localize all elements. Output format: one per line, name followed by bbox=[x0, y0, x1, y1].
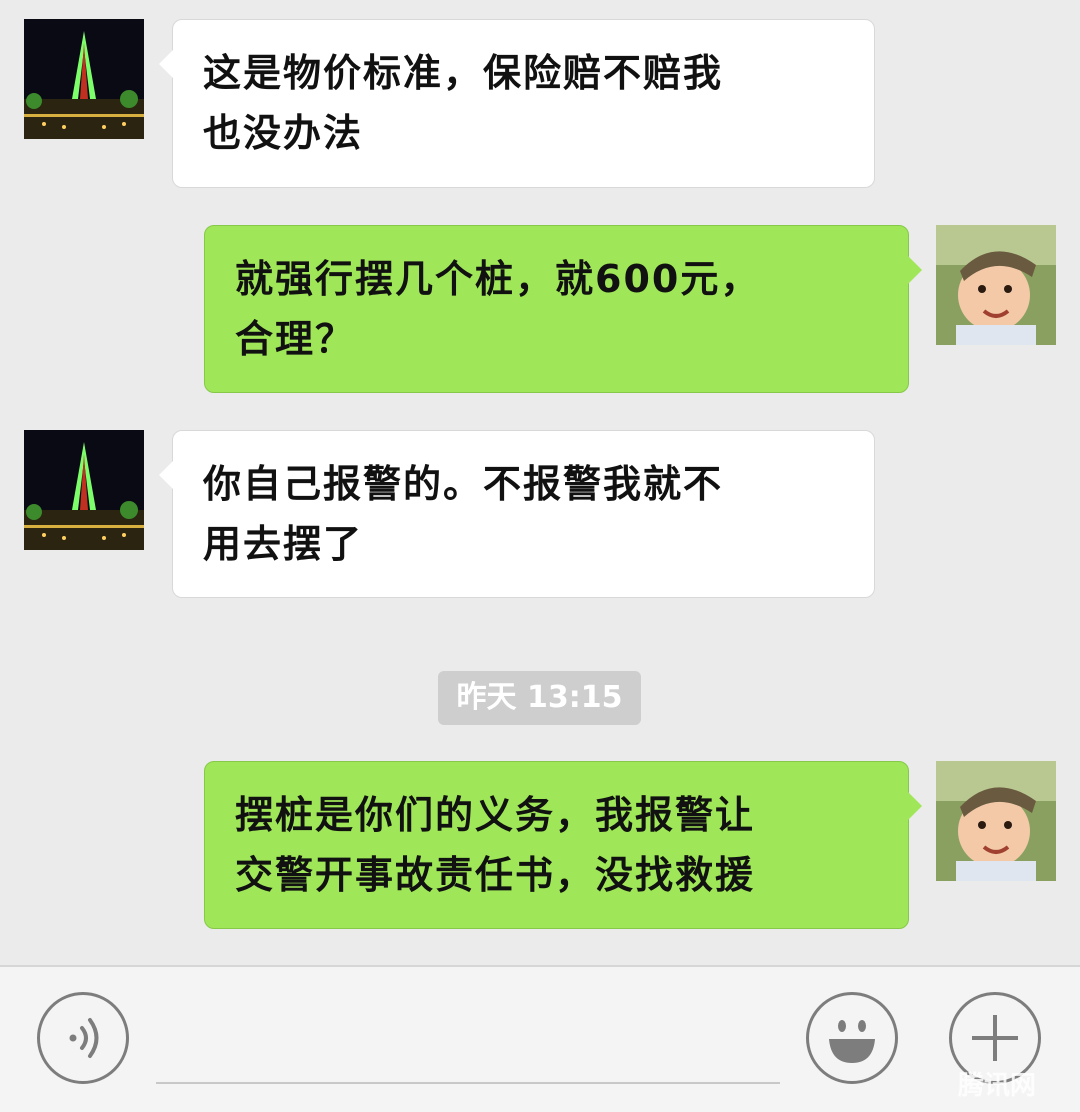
message-bubble-outgoing[interactable]: 摆桩是你们的义务，我报警让 交警开事故责任书，没找救援 bbox=[204, 761, 922, 929]
contact-avatar[interactable] bbox=[24, 19, 144, 139]
message-bubble-incoming[interactable]: 这是物价标准，保险赔不赔我 也没办法 bbox=[159, 19, 875, 188]
baby-photo-image bbox=[936, 225, 1056, 345]
message-text-line: 也没办法 bbox=[203, 111, 364, 155]
message-text-line: 交警开事故责任书，没找救援 bbox=[235, 853, 756, 897]
message-bubble-incoming[interactable]: 你自己报警的。不报警我就不 用去摆了 bbox=[159, 430, 875, 598]
watermark-text: 腾讯网 bbox=[958, 1071, 1037, 1101]
bubble-tail bbox=[159, 461, 173, 489]
voice-icon bbox=[69, 1018, 99, 1058]
voice-button[interactable] bbox=[37, 992, 129, 1084]
input-bar bbox=[0, 965, 1080, 1112]
timestamp-badge: 昨天 13:15 bbox=[438, 671, 641, 725]
emoji-button[interactable] bbox=[806, 992, 898, 1084]
contact-avatar[interactable] bbox=[24, 430, 144, 550]
smiley-icon bbox=[829, 1020, 875, 1063]
tower-night-image bbox=[24, 430, 144, 550]
bubble-tail bbox=[908, 792, 922, 820]
my-avatar[interactable] bbox=[936, 761, 1056, 881]
tower-night-image bbox=[24, 19, 144, 139]
message-input[interactable] bbox=[156, 1082, 780, 1084]
message-text-line: 摆桩是你们的义务，我报警让 bbox=[235, 793, 756, 837]
message-text-line: 这是物价标准，保险赔不赔我 bbox=[203, 51, 724, 95]
message-bubble-outgoing[interactable]: 就强行摆几个桩，就600元， 合理？ bbox=[204, 225, 922, 393]
bubble-tail bbox=[159, 50, 173, 78]
message-text-line: 合理？ bbox=[235, 317, 356, 361]
bubble-tail bbox=[908, 256, 922, 284]
my-avatar[interactable] bbox=[936, 225, 1056, 345]
message-text-line: 就强行摆几个桩，就600元， bbox=[235, 257, 761, 301]
message-text-line: 你自己报警的。不报警我就不 bbox=[203, 462, 724, 506]
baby-photo-image bbox=[936, 761, 1056, 881]
message-text-line: 用去摆了 bbox=[203, 522, 364, 566]
chat-area[interactable]: 这是物价标准，保险赔不赔我 也没办法 就强行摆几个桩，就600元， 合理？ 你自… bbox=[0, 0, 1080, 965]
